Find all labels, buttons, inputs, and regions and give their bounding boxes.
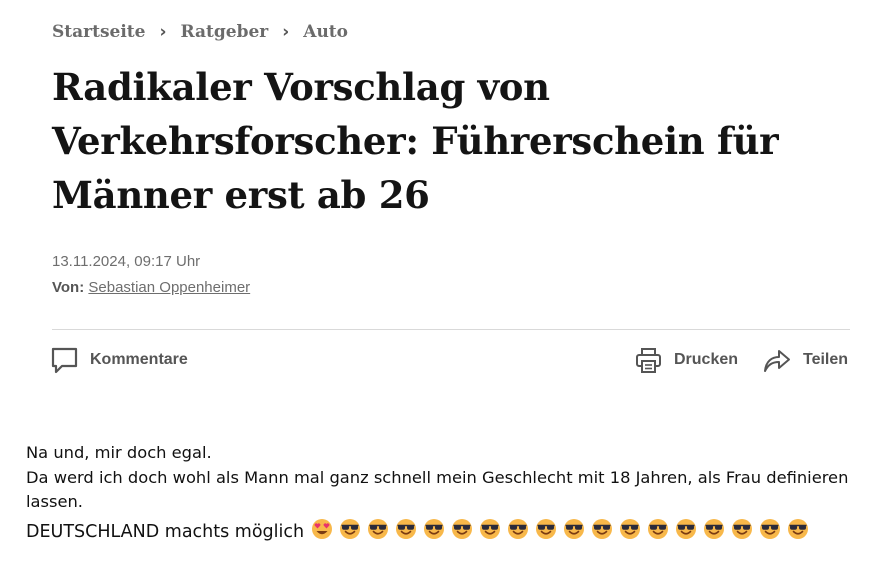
author-label: Von:: [52, 279, 85, 296]
sunglasses-emoji: [395, 518, 417, 548]
emoji-row: [311, 518, 815, 548]
comments-label: Kommentare: [90, 351, 188, 368]
user-comment: Na und, mir doch egal. Da werd ich doch …: [26, 441, 866, 547]
sunglasses-emoji: [563, 518, 585, 548]
sunglasses-emoji: [423, 518, 445, 548]
breadcrumb: Startseite › Ratgeber › Auto: [52, 18, 348, 46]
sunglasses-emoji: [675, 518, 697, 548]
print-label: Drucken: [674, 351, 739, 368]
printer-icon: [635, 347, 662, 374]
share-button[interactable]: Teilen: [762, 344, 848, 376]
heart-eyes-emoji: [311, 518, 333, 548]
sunglasses-emoji: [703, 518, 725, 548]
chevron-right-icon: ›: [159, 22, 167, 42]
sunglasses-emoji: [535, 518, 557, 548]
divider: [52, 329, 850, 330]
sunglasses-emoji: [619, 518, 641, 548]
sunglasses-emoji: [507, 518, 529, 548]
author-link[interactable]: Sebastian Oppenheimer: [88, 279, 250, 296]
sunglasses-emoji: [367, 518, 389, 548]
comments-button[interactable]: Kommentare: [51, 344, 188, 376]
sunglasses-emoji: [759, 518, 781, 548]
article-author: Von: Sebastian Oppenheimer: [52, 279, 250, 296]
article-title: Radikaler Vorschlag von Verkehrsforscher…: [52, 65, 779, 217]
article-date: 13.11.2024, 09:17 Uhr: [52, 253, 201, 270]
breadcrumb-auto[interactable]: Auto: [303, 22, 348, 42]
sunglasses-emoji: [591, 518, 613, 548]
breadcrumb-startseite[interactable]: Startseite: [52, 22, 145, 42]
sunglasses-emoji: [339, 518, 361, 548]
share-arrow-icon: [762, 347, 791, 374]
chevron-right-icon: ›: [282, 22, 290, 42]
sunglasses-emoji: [451, 518, 473, 548]
breadcrumb-ratgeber[interactable]: Ratgeber: [180, 22, 268, 42]
comment-line-3: DEUTSCHLAND machts möglich: [26, 518, 866, 548]
comment-line-1: Na und, mir doch egal.: [26, 443, 212, 462]
sunglasses-emoji: [479, 518, 501, 548]
sunglasses-emoji: [647, 518, 669, 548]
print-button[interactable]: Drucken: [635, 344, 738, 376]
sunglasses-emoji: [731, 518, 753, 548]
share-label: Teilen: [803, 351, 849, 368]
comment-line-2: Da werd ich doch wohl als Mann mal ganz …: [26, 467, 849, 512]
comment-line-3-text: DEUTSCHLAND machts möglich: [26, 522, 305, 542]
comment-icon: [51, 347, 78, 374]
sunglasses-emoji: [787, 518, 809, 548]
